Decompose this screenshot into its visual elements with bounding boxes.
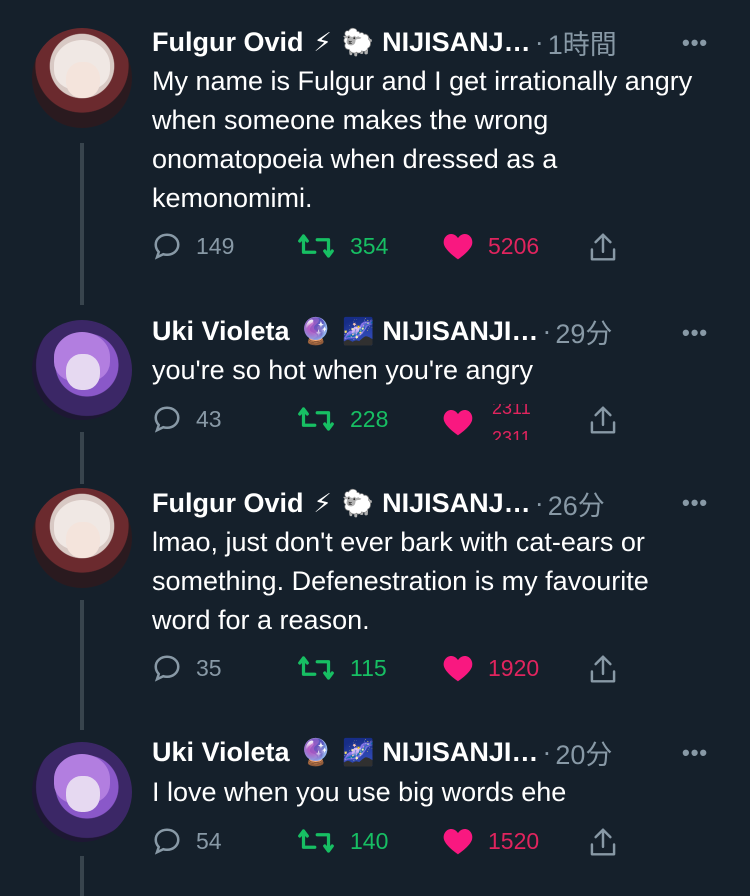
retweet-icon [298, 829, 334, 853]
retweet-count: 228 [350, 405, 389, 432]
timestamp[interactable]: 29分 [555, 312, 612, 351]
timestamp[interactable]: 1時間 [548, 23, 617, 62]
reply-icon [154, 655, 180, 682]
avatar[interactable] [32, 488, 132, 588]
tweet[interactable]: Uki Violeta 🔮 🌌 NIJISANJI… · 20分 ••• I l… [0, 720, 750, 896]
more-options-icon[interactable]: ••• [682, 30, 708, 56]
tweet-actions: 43 228 2311 2311 [152, 404, 632, 440]
tweet-text: you're so hot when you're angry [152, 355, 534, 385]
avatar-face [66, 354, 100, 390]
heart-icon [443, 656, 473, 682]
tweet[interactable]: Fulgur Ovid ⚡ 🐑 NIJISANJ… · 26分 ••• lmao… [0, 470, 750, 720]
reply-icon [154, 406, 180, 433]
heart-icon [443, 410, 473, 436]
retweet-button[interactable]: 228 [296, 404, 388, 434]
heart-icon [443, 829, 473, 855]
avatar-face [66, 62, 100, 98]
like-count: 1520 [488, 827, 540, 854]
more-options-icon[interactable]: ••• [682, 490, 708, 516]
tweet-header: Uki Violeta 🔮 🌌 NIJISANJI… · 29分 [152, 312, 612, 351]
avatar[interactable] [32, 320, 132, 420]
reply-count: 149 [196, 232, 235, 259]
author-name[interactable]: Uki Violeta [152, 737, 290, 768]
heart-icon [443, 234, 473, 260]
tweet-text: My name is Fulgur and I get irrationally… [152, 66, 693, 213]
share-icon [590, 406, 616, 434]
tweet-actions: 54 140 1520 [152, 826, 632, 862]
tweet-header: Uki Violeta 🔮 🌌 NIJISANJI… · 20分 [152, 733, 612, 772]
retweet-count: 140 [350, 827, 389, 854]
retweet-icon [298, 234, 334, 258]
share-icon [590, 655, 616, 683]
reply-button[interactable]: 54 [152, 826, 222, 856]
milky-way-icon: 🌌 [341, 315, 375, 346]
reply-count: 43 [196, 405, 222, 432]
like-count-top: 2311 [492, 404, 531, 418]
author-name[interactable]: Fulgur Ovid [152, 488, 304, 519]
crystal-ball-icon: 🔮 [299, 736, 332, 767]
like-count-bottom: 2311 [492, 428, 531, 440]
retweet-count: 354 [350, 232, 389, 259]
author-handle[interactable]: NIJISANJI… [382, 316, 538, 347]
sheep-icon: 🐑 [341, 26, 375, 57]
like-count-animating: 2311 2311 [492, 404, 552, 440]
author-handle[interactable]: NIJISANJ… [382, 27, 531, 58]
tweet-actions: 149 354 5206 [152, 231, 632, 267]
separator-dot: · [542, 315, 552, 346]
reply-button[interactable]: 43 [152, 404, 222, 434]
timestamp[interactable]: 26分 [548, 484, 605, 523]
tweet[interactable]: Fulgur Ovid ⚡ 🐑 NIJISANJ… · 1時間 ••• My n… [0, 0, 750, 300]
like-button[interactable]: 1920 [442, 653, 539, 683]
reply-button[interactable]: 149 [152, 231, 234, 261]
tweet-header: Fulgur Ovid ⚡ 🐑 NIJISANJ… · 1時間 [152, 23, 617, 62]
share-button[interactable] [588, 404, 618, 436]
tweet-text: lmao, just don't ever bark with cat-ears… [152, 527, 649, 635]
separator-dot: · [534, 487, 544, 518]
like-button[interactable]: 1520 [442, 826, 539, 856]
retweet-button[interactable]: 140 [296, 826, 388, 856]
share-button[interactable] [588, 826, 618, 858]
lightning-icon: ⚡ [313, 487, 332, 518]
avatar[interactable] [32, 742, 132, 842]
author-handle[interactable]: NIJISANJI… [382, 737, 538, 768]
lightning-icon: ⚡ [313, 26, 332, 57]
retweet-icon [298, 407, 334, 431]
like-button[interactable]: 2311 2311 [442, 404, 552, 440]
tweet-actions: 35 115 1920 [152, 653, 632, 689]
reply-count: 54 [196, 827, 222, 854]
share-button[interactable] [588, 653, 618, 685]
like-button[interactable]: 5206 [442, 231, 539, 261]
separator-dot: · [542, 736, 552, 767]
retweet-button[interactable]: 354 [296, 231, 388, 261]
share-icon [590, 233, 616, 261]
author-handle[interactable]: NIJISANJ… [382, 488, 531, 519]
separator-dot: · [534, 26, 544, 57]
share-icon [590, 828, 616, 856]
retweet-button[interactable]: 115 [296, 653, 387, 683]
timestamp[interactable]: 20分 [555, 733, 612, 772]
avatar[interactable] [32, 28, 132, 128]
reply-button[interactable]: 35 [152, 653, 222, 683]
like-count: 1920 [488, 654, 540, 681]
reply-count: 35 [196, 654, 222, 681]
sheep-icon: 🐑 [341, 487, 375, 518]
author-name[interactable]: Uki Violeta [152, 316, 290, 347]
avatar-face [66, 776, 100, 812]
author-name[interactable]: Fulgur Ovid [152, 27, 304, 58]
avatar-face [66, 522, 100, 558]
like-count: 5206 [488, 232, 540, 259]
milky-way-icon: 🌌 [341, 736, 375, 767]
share-button[interactable] [588, 231, 618, 263]
tweet-header: Fulgur Ovid ⚡ 🐑 NIJISANJ… · 26分 [152, 484, 605, 523]
tweet-text: I love when you use big words ehe [152, 777, 567, 807]
more-options-icon[interactable]: ••• [682, 740, 708, 766]
retweet-count: 115 [350, 654, 387, 681]
reply-icon [154, 233, 180, 260]
crystal-ball-icon: 🔮 [299, 315, 332, 346]
tweet[interactable]: Uki Violeta 🔮 🌌 NIJISANJI… · 29分 ••• you… [0, 300, 750, 470]
more-options-icon[interactable]: ••• [682, 320, 708, 346]
reply-icon [154, 828, 180, 855]
retweet-icon [298, 656, 334, 680]
